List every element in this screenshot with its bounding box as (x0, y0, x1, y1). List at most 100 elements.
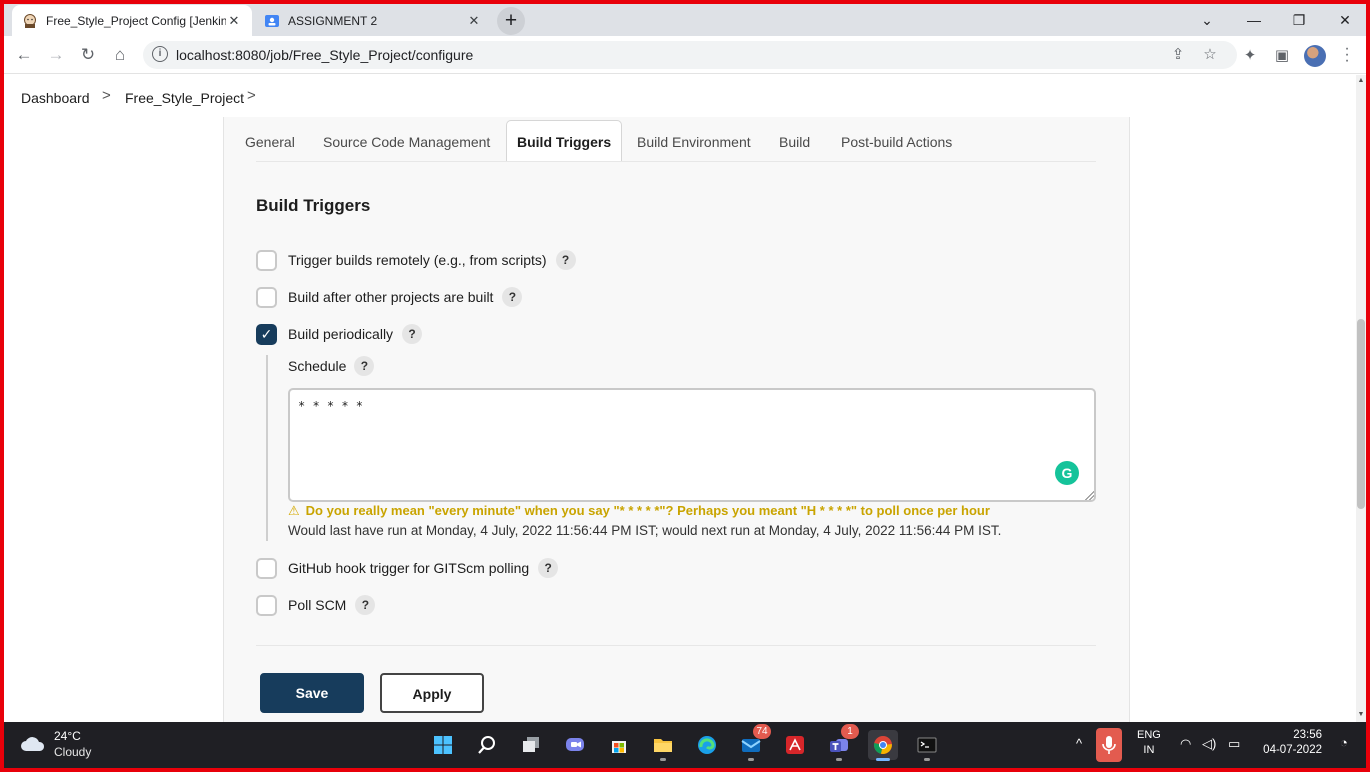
config-tabs: General Source Code Management Build Tri… (224, 117, 1129, 162)
file-explorer-icon (654, 739, 672, 752)
form-button-bar: Save Apply (224, 657, 1129, 722)
running-indicator (836, 758, 842, 761)
option-label[interactable]: Build after other projects are built (288, 289, 493, 305)
page-scrollbar[interactable]: ▲ ▼ (1356, 75, 1366, 722)
task-view[interactable] (516, 730, 546, 760)
battery-icon[interactable]: ▭ (1228, 736, 1240, 752)
weather-temp[interactable]: 24°C (54, 729, 81, 743)
minimize-button[interactable]: — (1239, 8, 1269, 32)
option-build-after-other-projects[interactable]: Build after other projects are built ? (256, 285, 523, 309)
mail-app[interactable]: 74 (736, 724, 771, 761)
checkbox[interactable] (256, 557, 277, 579)
scroll-down-icon[interactable]: ▼ (1357, 711, 1365, 718)
clock[interactable]: 23:56 04-07-2022 (1256, 728, 1322, 758)
schedule-input[interactable] (288, 388, 1096, 502)
extensions-icon[interactable]: ✦ (1240, 46, 1260, 66)
tab-build[interactable]: Build (779, 134, 810, 150)
language-indicator[interactable]: ENG IN (1137, 728, 1161, 758)
checkbox[interactable] (256, 594, 277, 616)
window-close-button[interactable]: ✕ (1330, 8, 1360, 32)
maximize-button[interactable]: ❐ (1284, 8, 1314, 32)
help-icon[interactable]: ? (538, 558, 559, 578)
schedule-label: Schedule ? (288, 354, 375, 378)
forward-button[interactable]: → (44, 43, 68, 67)
option-label[interactable]: Poll SCM (288, 597, 346, 613)
help-icon[interactable]: ? (502, 287, 523, 307)
reload-button[interactable]: ↻ (76, 43, 100, 67)
profile-avatar[interactable] (1304, 45, 1326, 67)
star-icon[interactable]: ☆ (1201, 46, 1219, 64)
breadcrumb-separator[interactable]: > (247, 87, 256, 104)
tab-build-triggers[interactable]: Build Triggers (506, 120, 623, 162)
scrollbar-thumb[interactable] (1357, 319, 1365, 509)
option-label[interactable]: Build periodically (288, 326, 393, 342)
option-trigger-remotely[interactable]: Trigger builds remotely (e.g., from scri… (256, 248, 576, 272)
new-tab-button[interactable]: + (497, 7, 525, 35)
microsoft-store[interactable] (604, 730, 634, 760)
help-icon[interactable]: ? (354, 356, 375, 376)
checkbox[interactable] (256, 249, 277, 271)
microphone-icon[interactable] (1096, 728, 1122, 762)
side-panel-icon[interactable]: ▣ (1272, 46, 1292, 66)
tab-search-icon[interactable]: ⌄ (1192, 8, 1222, 32)
chat-icon (566, 738, 584, 751)
notifications-icon[interactable]: ◔ (1340, 735, 1348, 750)
browser-tab-title: ASSIGNMENT 2 (288, 13, 378, 28)
menu-icon[interactable]: · · · (1344, 41, 1350, 69)
home-button[interactable]: ⌂ (108, 43, 132, 67)
breadcrumb-project[interactable]: Free_Style_Project (125, 90, 244, 106)
url-text[interactable]: localhost:8080/job/Free_Style_Project/co… (176, 47, 473, 63)
tab-general[interactable]: General (245, 134, 295, 150)
help-icon[interactable]: ? (355, 595, 376, 615)
breadcrumb: Dashboard > Free_Style_Project > (4, 75, 1356, 117)
resize-handle-icon[interactable] (1084, 490, 1094, 500)
volume-icon[interactable]: ◁) (1202, 736, 1216, 752)
file-explorer[interactable] (648, 730, 678, 761)
taskbar-search[interactable] (472, 730, 502, 760)
save-button[interactable]: Save (260, 673, 364, 713)
acrobat-icon (786, 736, 804, 754)
checkbox-checked[interactable]: ✓ (256, 323, 277, 345)
browser-tab-assignment[interactable]: ASSIGNMENT 2 ✕ (254, 5, 492, 36)
browser-tab-jenkins[interactable]: Free_Style_Project Config [Jenkins] ✕ (12, 5, 252, 36)
tab-source-code-management[interactable]: Source Code Management (323, 134, 490, 150)
warning-icon: ⚠ (288, 503, 300, 518)
classroom-favicon-icon (265, 14, 279, 27)
terminal-icon (917, 737, 937, 753)
acrobat-reader[interactable] (780, 730, 810, 760)
breadcrumb-dashboard[interactable]: Dashboard (21, 90, 90, 106)
option-poll-scm[interactable]: Poll SCM ? (256, 593, 376, 617)
tab-build-environment[interactable]: Build Environment (637, 134, 751, 150)
teams-app[interactable]: 1 (824, 724, 859, 761)
teams-chat[interactable] (560, 730, 590, 760)
checkbox[interactable] (256, 286, 277, 308)
apply-button[interactable]: Apply (380, 673, 484, 713)
option-github-hook[interactable]: GitHub hook trigger for GITScm polling ? (256, 556, 559, 580)
wifi-icon[interactable]: ◠ (1180, 736, 1191, 752)
breadcrumb-separator[interactable]: > (102, 87, 111, 104)
browser-tab-title: Free_Style_Project Config [Jenkins] (46, 13, 226, 28)
option-build-periodically[interactable]: ✓ Build periodically ? (256, 322, 423, 346)
share-icon[interactable]: ⇪ (1169, 46, 1187, 64)
tab-post-build-actions[interactable]: Post-build Actions (841, 134, 952, 150)
help-icon[interactable]: ? (402, 324, 423, 344)
next-run-text: Would last have run at Monday, 4 July, 2… (288, 523, 1002, 538)
help-icon[interactable]: ? (555, 250, 576, 270)
back-button[interactable]: ← (12, 43, 36, 67)
address-bar[interactable]: i localhost:8080/job/Free_Style_Project/… (143, 41, 1237, 69)
scroll-up-icon[interactable]: ▲ (1357, 77, 1365, 84)
option-label[interactable]: Trigger builds remotely (e.g., from scri… (288, 252, 547, 268)
close-icon[interactable]: ✕ (226, 13, 242, 29)
chrome-browser[interactable] (868, 730, 898, 761)
warning-text: Do you really mean "every minute" when y… (305, 503, 990, 518)
weather-desc[interactable]: Cloudy (54, 745, 91, 759)
tray-chevron-icon[interactable]: ^ (1076, 736, 1082, 751)
terminal-app[interactable] (912, 730, 942, 761)
edge-browser[interactable] (692, 730, 722, 760)
search-icon (478, 736, 495, 754)
grammarly-icon[interactable]: G (1055, 461, 1079, 485)
option-label[interactable]: GitHub hook trigger for GITScm polling (288, 560, 529, 576)
start-button[interactable] (428, 730, 458, 760)
info-icon[interactable]: i (152, 46, 168, 62)
close-icon[interactable]: ✕ (466, 13, 482, 29)
